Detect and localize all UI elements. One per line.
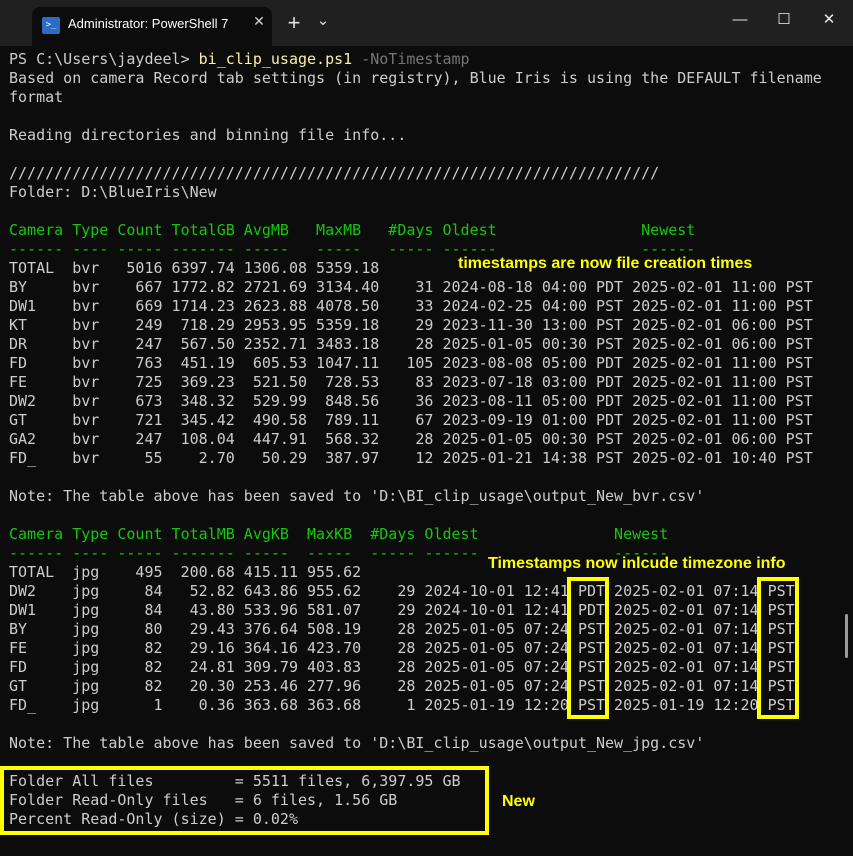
annotation-creation-times: timestamps are now file creation times bbox=[458, 255, 753, 272]
table-row: KT bvr 249 718.29 2953.95 5359.18 29 202… bbox=[9, 316, 813, 334]
maximize-button[interactable]: ☐ bbox=[761, 0, 807, 40]
new-tab-button[interactable]: + bbox=[283, 12, 305, 34]
annotation-timezone: Timestamps now inlcude timezone info bbox=[488, 555, 786, 572]
table-row: FD jpg 82 24.81 309.79 403.83 28 2025-01… bbox=[9, 658, 795, 676]
table-row: GA2 bvr 247 108.04 447.91 568.32 28 2025… bbox=[9, 430, 813, 448]
terminal-pane[interactable]: PS C:\Users\jaydeel> bi_clip_usage.ps1 -… bbox=[0, 46, 853, 856]
jpg-table-header: Camera Type Count TotalMB AvgKB MaxKB #D… bbox=[9, 525, 669, 543]
prompt-line: PS C:\Users\jaydeel> bi_clip_usage.ps1 -… bbox=[9, 50, 470, 69]
table-row: TOTAL bvr 5016 6397.74 1306.08 5359.18 bbox=[9, 259, 380, 277]
annotation-new: New bbox=[502, 793, 535, 810]
table-row: FE jpg 82 29.16 364.16 423.70 28 2025-01… bbox=[9, 639, 795, 657]
table-row: FD_ jpg 1 0.36 363.68 363.68 1 2025-01-1… bbox=[9, 696, 795, 714]
bvr-save-note: Note: The table above has been saved to … bbox=[9, 487, 705, 505]
bvr-table-header: Camera Type Count TotalGB AvgMB MaxMB #D… bbox=[9, 221, 696, 239]
table-row: DR bvr 247 567.50 2352.71 3483.18 28 202… bbox=[9, 335, 813, 353]
highlight-newest-tz bbox=[757, 577, 799, 719]
folder-line: Folder: D:\BlueIris\New bbox=[9, 183, 217, 201]
table-row: BY jpg 80 29.43 376.64 508.19 28 2025-01… bbox=[9, 620, 795, 638]
table-row: FD_ bvr 55 2.70 50.29 387.97 12 2025-01-… bbox=[9, 449, 813, 467]
command-arg: -NoTimestamp bbox=[352, 50, 470, 68]
chevron-down-icon[interactable]: ⌄ bbox=[313, 12, 333, 34]
prompt: PS C:\Users\jaydeel> bbox=[9, 50, 199, 68]
info-line-1: Based on camera Record tab settings (in … bbox=[9, 69, 822, 87]
close-tab-icon[interactable]: ✕ bbox=[250, 12, 268, 30]
command: bi_clip_usage.ps1 bbox=[198, 50, 353, 68]
tab-powershell[interactable]: >_ Administrator: PowerShell 7 ✕ bbox=[32, 7, 272, 46]
table-row: TOTAL jpg 495 200.68 415.11 955.62 bbox=[9, 563, 362, 581]
table-row: GT bvr 721 345.42 490.58 789.11 67 2023-… bbox=[9, 411, 813, 429]
table-row: DW2 jpg 84 52.82 643.86 955.62 29 2024-1… bbox=[9, 582, 795, 600]
table-row: DW2 bvr 673 348.32 529.99 848.56 36 2023… bbox=[9, 392, 813, 410]
close-window-button[interactable]: ✕ bbox=[806, 0, 852, 40]
slashes-line: ////////////////////////////////////////… bbox=[9, 164, 660, 182]
table-row: FE bvr 725 369.23 521.50 728.53 83 2023-… bbox=[9, 373, 813, 391]
table-row: DW1 jpg 84 43.80 533.96 581.07 29 2024-1… bbox=[9, 601, 795, 619]
table-row: DW1 bvr 669 1714.23 2623.88 4078.50 33 2… bbox=[9, 297, 813, 315]
table-row: FD bvr 763 451.19 605.53 1047.11 105 202… bbox=[9, 354, 813, 372]
minimize-button[interactable]: — bbox=[717, 0, 763, 40]
table-row: BY bvr 667 1772.82 2721.69 3134.40 31 20… bbox=[9, 278, 813, 296]
jpg-save-note: Note: The table above has been saved to … bbox=[9, 734, 705, 752]
tab-title: Administrator: PowerShell 7 bbox=[68, 16, 229, 31]
powershell-icon: >_ bbox=[42, 17, 60, 34]
highlight-summary bbox=[0, 766, 489, 835]
scrollbar-thumb[interactable] bbox=[845, 614, 848, 658]
highlight-oldest-tz bbox=[567, 577, 609, 719]
reading-line: Reading directories and binning file inf… bbox=[9, 126, 407, 144]
title-bar: >_ Administrator: PowerShell 7 ✕ + ⌄ — ☐… bbox=[0, 0, 853, 46]
info-line-2: format bbox=[9, 88, 64, 106]
table-row: GT jpg 82 20.30 253.46 277.96 28 2025-01… bbox=[9, 677, 795, 695]
